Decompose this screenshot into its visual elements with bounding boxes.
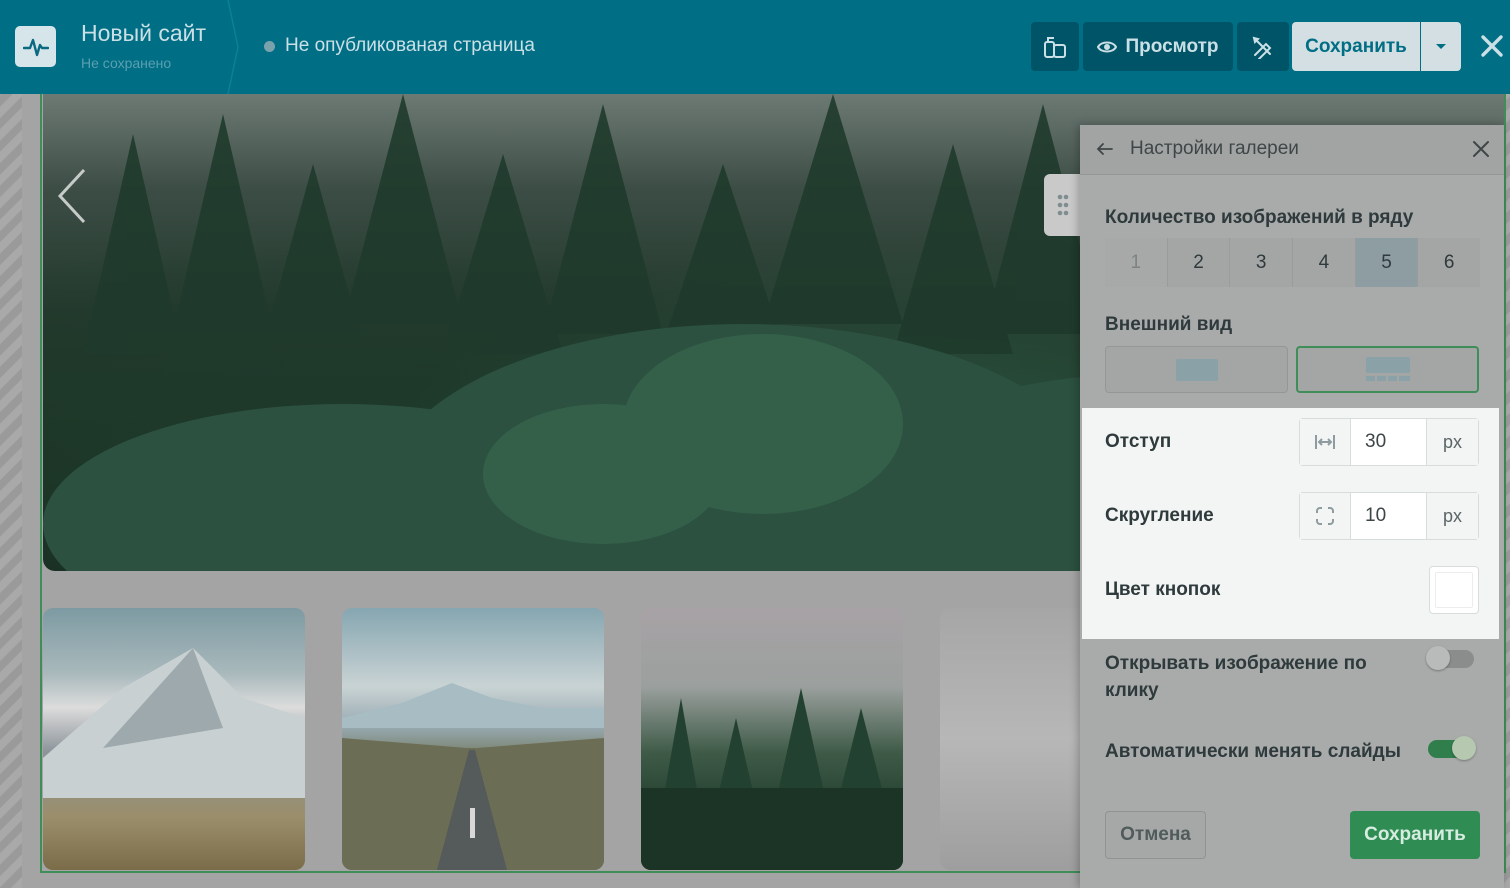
- button-color-picker[interactable]: [1429, 566, 1479, 614]
- radius-unit: px: [1426, 493, 1478, 539]
- autoplay-toggle[interactable]: [1428, 736, 1476, 760]
- canvas-margin-left: [0, 94, 22, 888]
- drag-dots-icon: [1057, 194, 1069, 216]
- count-option-2[interactable]: 2: [1167, 238, 1231, 287]
- slider-layout-icon: [1175, 358, 1218, 381]
- close-editor-button[interactable]: [1478, 30, 1506, 62]
- apply-save-button[interactable]: Сохранить: [1350, 811, 1480, 859]
- save-status: Не сохранено: [81, 55, 172, 71]
- pulse-logo-icon[interactable]: [15, 26, 56, 67]
- open-on-click-label: Открывать изображение по клику: [1105, 653, 1367, 701]
- padding-field: 30 px: [1299, 418, 1479, 466]
- status-dot-icon: [264, 40, 275, 52]
- button-color-label: Цвет кнопок: [1105, 579, 1221, 600]
- radius-label: Скругление: [1105, 505, 1214, 526]
- appearance-label: Внешний вид: [1105, 314, 1233, 335]
- preview-button[interactable]: Просмотр: [1083, 22, 1233, 71]
- toggle-knob: [1452, 736, 1476, 760]
- back-arrow-icon[interactable]: [1094, 137, 1114, 161]
- highlighted-settings-section: Отступ 30 px Скругление 10 px Цвет кнопо…: [1082, 408, 1499, 639]
- page-status: Не опубликованая страница: [264, 35, 535, 57]
- open-on-click-toggle[interactable]: [1426, 646, 1474, 670]
- site-title[interactable]: Новый сайт: [81, 20, 206, 47]
- count-option-4[interactable]: 4: [1293, 238, 1356, 287]
- close-icon: [1481, 35, 1503, 57]
- images-per-row-selector: 1 2 3 4 5 6: [1105, 238, 1481, 287]
- count-option-6[interactable]: 6: [1418, 238, 1481, 287]
- blocks-icon: [1044, 36, 1066, 58]
- page-status-text: Не опубликованая страница: [285, 35, 535, 56]
- toggle-knob: [1426, 646, 1450, 670]
- cancel-button[interactable]: Отмена: [1105, 811, 1206, 859]
- save-button[interactable]: Сохранить: [1292, 22, 1420, 71]
- count-option-1[interactable]: 1: [1105, 238, 1168, 287]
- panel-title: Настройки галереи: [1130, 138, 1299, 159]
- images-per-row-label: Количество изображений в ряду: [1105, 207, 1414, 228]
- radius-input[interactable]: 10: [1351, 493, 1426, 539]
- padding-unit: px: [1426, 419, 1478, 465]
- color-swatch: [1435, 572, 1473, 608]
- view-option-slider-thumbnails[interactable]: [1296, 346, 1479, 393]
- padding-input[interactable]: 30: [1351, 419, 1426, 465]
- padding-label: Отступ: [1105, 431, 1172, 452]
- top-bar: Новый сайт Не сохранено Не опубликованая…: [0, 0, 1510, 94]
- caret-down-icon: [1436, 43, 1446, 49]
- autoplay-label: Автоматически менять слайды: [1105, 741, 1401, 762]
- templates-button[interactable]: [1031, 22, 1079, 71]
- save-options-button[interactable]: [1421, 22, 1461, 71]
- panel-drag-handle[interactable]: [1044, 174, 1082, 236]
- count-option-3[interactable]: 3: [1230, 238, 1294, 287]
- preview-label: Просмотр: [1125, 35, 1219, 57]
- eye-icon: [1097, 41, 1118, 52]
- count-option-5[interactable]: 5: [1355, 238, 1419, 287]
- design-tools-button[interactable]: [1237, 22, 1289, 71]
- corner-radius-icon: [1300, 493, 1351, 539]
- breadcrumb-divider: [227, 0, 239, 94]
- pencil-ruler-icon: [1252, 36, 1272, 59]
- panel-header: Настройки галереи: [1080, 125, 1504, 175]
- radius-field: 10 px: [1299, 492, 1479, 540]
- view-option-slider[interactable]: [1105, 346, 1288, 393]
- horizontal-spacing-icon: [1300, 419, 1351, 465]
- slider-thumbnails-layout-icon: [1365, 356, 1410, 381]
- close-icon[interactable]: [1470, 137, 1492, 161]
